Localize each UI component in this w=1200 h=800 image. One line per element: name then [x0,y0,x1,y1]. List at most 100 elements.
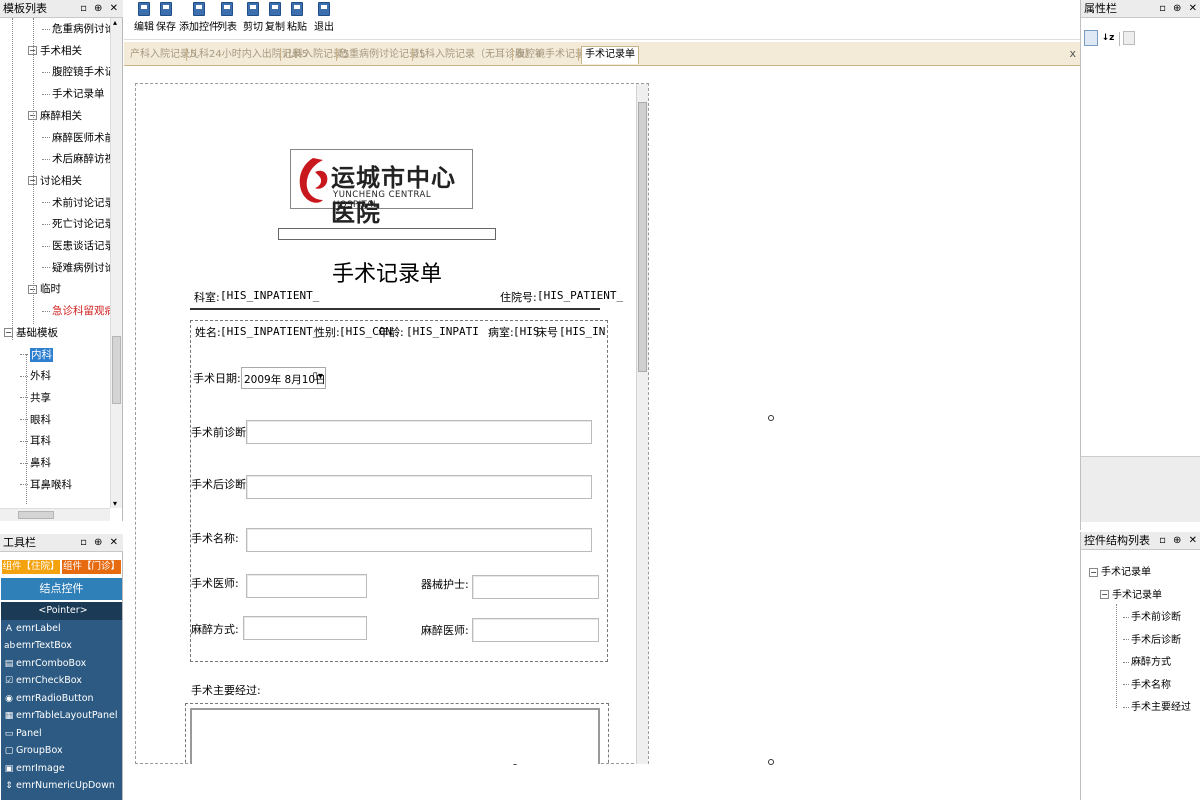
tree-vertical-scrollbar[interactable]: ▴ ▾ [110,18,122,508]
tree-connector [42,202,50,204]
surgery-date-picker[interactable]: 2009年 8月10日 ▯▾ [241,367,326,389]
surgery-process-textarea[interactable] [190,708,600,764]
toolbox-item[interactable]: ▣ emrImage [1,760,122,778]
anesthetist-field[interactable] [472,618,599,642]
close-icon[interactable]: x [1069,47,1076,60]
subtitle-field[interactable] [278,228,496,240]
pane-buttons[interactable]: ▫ ⊕ ✕ [80,534,120,552]
structure-node[interactable]: − 手术记录单 [1100,586,1162,601]
dept-value[interactable]: [HIS_INPATIENT_ [220,289,319,302]
toolbox-item[interactable]: ▭ Panel [1,725,122,743]
tree-node-group[interactable]: − 手术相关 [28,41,82,61]
anesthesia-method-field[interactable] [243,616,367,640]
categorized-view-icon[interactable] [1084,30,1098,46]
surgeon-field[interactable] [246,574,367,598]
structure-node[interactable]: 手术前诊断 [1123,608,1181,623]
tab-component-inpatient[interactable]: 组件【住院】 [2,560,60,574]
admission-no-value[interactable]: [HIS_PATIENT_ [537,289,623,302]
tree-node-group[interactable]: − 麻醉相关 [28,106,82,126]
scrollbar-thumb[interactable] [638,102,647,372]
scrollbar-thumb[interactable] [112,336,121,404]
tree-node-item[interactable]: 鼻科 [20,453,51,473]
surgery-date-label: 手术日期: [193,372,241,385]
toolbar-button-label: 粘贴 [287,22,307,33]
resize-handle-corner[interactable] [768,759,774,765]
toolbar-button[interactable]: 粘贴 [287,2,307,36]
scroll-up-icon[interactable]: ▴ [113,18,117,27]
toolbar-button[interactable]: 剪切 [243,2,263,36]
age-value[interactable]: [HIS_INPATI [406,325,479,338]
properties-panel: 属性栏 ▫ ⊕ ✕ ↓z [1080,0,1200,530]
bed-value[interactable]: [HIS_IN [559,325,605,338]
template-tree[interactable]: 危重病例讨论记录−手术相关腹腔镜手术记录单手术记录单−麻醉相关麻醉医师术前访视术… [0,18,123,521]
structure-node[interactable]: 手术主要经过 [1123,698,1191,713]
pane-buttons[interactable]: ▫ ⊕ ✕ [1159,532,1199,550]
toolbox-item[interactable]: abemrTextBox [1,637,122,655]
tab-separator [512,48,513,61]
toolbox-item[interactable]: ▦ emrTableLayoutPanel [1,707,122,725]
structure-node-label: 手术前诊断 [1131,612,1181,623]
toolbar-button[interactable]: 列表 [217,2,237,36]
toolbar-button[interactable]: 添加控件 [179,2,219,36]
toolbox-item[interactable]: ⇕ emrNumericUpDown [1,777,122,795]
tree-node-item[interactable]: 外科 [20,366,51,386]
tab-component-outpatient[interactable]: 组件【门诊】 [62,560,121,574]
tree-connector [42,137,50,138]
tree-connector [42,267,50,269]
toolbox-item-label: emrImage [16,762,65,774]
dept-label: 科室: [194,291,220,304]
sort-alpha-icon[interactable]: ↓z [1101,30,1115,46]
toolbar-button[interactable]: 编辑 [134,2,154,36]
document-tab[interactable]: 手术记录单 [581,46,639,64]
control-icon: ▦ [4,711,14,721]
resize-handle-right[interactable] [768,415,774,421]
tree-node-item[interactable]: 眼科 [20,410,51,430]
document-tabs: x 产科入院记录5 儿科24小时内入出院记录5 儿科入院记录5 危重病例讨论记录5 儿科… [124,42,1080,66]
toolbar-button[interactable]: 保存 [156,2,176,36]
tree-node-item[interactable]: 术前讨论记录 [42,193,115,213]
surgery-name-field[interactable] [246,528,592,552]
toolbox-item-label: emrLabel [16,622,61,634]
toolbar-button-label: 复制 [265,22,285,33]
preop-diagnosis-field[interactable] [246,420,592,444]
tree-node-group[interactable]: − 讨论相关 [28,171,82,191]
toolbox-item[interactable]: <Pointer> [1,602,122,620]
scrub-nurse-field[interactable] [472,575,599,599]
property-pages-icon[interactable] [1123,31,1135,45]
pane-buttons[interactable]: ▫ ⊕ ✕ [1159,0,1199,18]
tree-node-item[interactable]: 内科 [20,345,53,365]
tree-node-item[interactable]: 医患谈话记录 [42,236,115,256]
scrollbar-thumb[interactable] [18,511,54,519]
structure-node[interactable]: 麻醉方式 [1123,653,1171,668]
toolbox-section-header[interactable]: 结点控件 [1,578,122,600]
toolbox-item[interactable]: ▤ emrComboBox [1,655,122,673]
tree-node-item[interactable]: 共享 [20,388,51,408]
postop-diagnosis-field[interactable] [246,475,592,499]
tree-guide-line [33,18,34,324]
toolbar-button[interactable]: 复制 [265,2,285,36]
toolbox-item[interactable]: ▢ GroupBox [1,742,122,760]
tree-node-item[interactable]: 死亡讨论记录 [42,214,115,234]
name-value[interactable]: [HIS_INPATIENT_ [220,325,319,338]
structure-node[interactable]: 手术名称 [1123,676,1171,691]
structure-node-label: 手术主要经过 [1131,702,1191,713]
structure-node[interactable]: 手术后诊断 [1123,631,1181,646]
toolbox-item[interactable]: ☑ emrCheckBox [1,672,122,690]
calendar-dropdown-icon[interactable]: ▯▾ [312,371,323,382]
document-icon [193,2,205,16]
control-icon: ◉ [5,693,13,704]
document-scrollbar[interactable] [636,84,648,764]
tree-expander-icon[interactable]: − [1100,590,1109,599]
pane-buttons[interactable]: ▫ ⊕ ✕ [80,0,120,18]
structure-node[interactable]: − 手术记录单 [1089,563,1151,578]
tree-expander-icon[interactable]: − [1089,567,1098,577]
tree-node-item[interactable]: 手术记录单 [42,84,105,104]
scroll-down-icon[interactable]: ▾ [113,499,117,508]
tree-node-item[interactable]: 耳科 [20,431,51,451]
toolbar-button[interactable]: 退出 [314,2,334,36]
toolbox-item-label: emrNumericUpDown [16,780,115,791]
tree-horizontal-scrollbar[interactable] [0,508,110,521]
toolbox-item[interactable]: AemrLabel [1,620,122,638]
toolbox-item[interactable]: ◉ emrRadioButton [1,690,122,708]
tree-node-item[interactable]: 耳鼻喉科 [20,475,72,495]
